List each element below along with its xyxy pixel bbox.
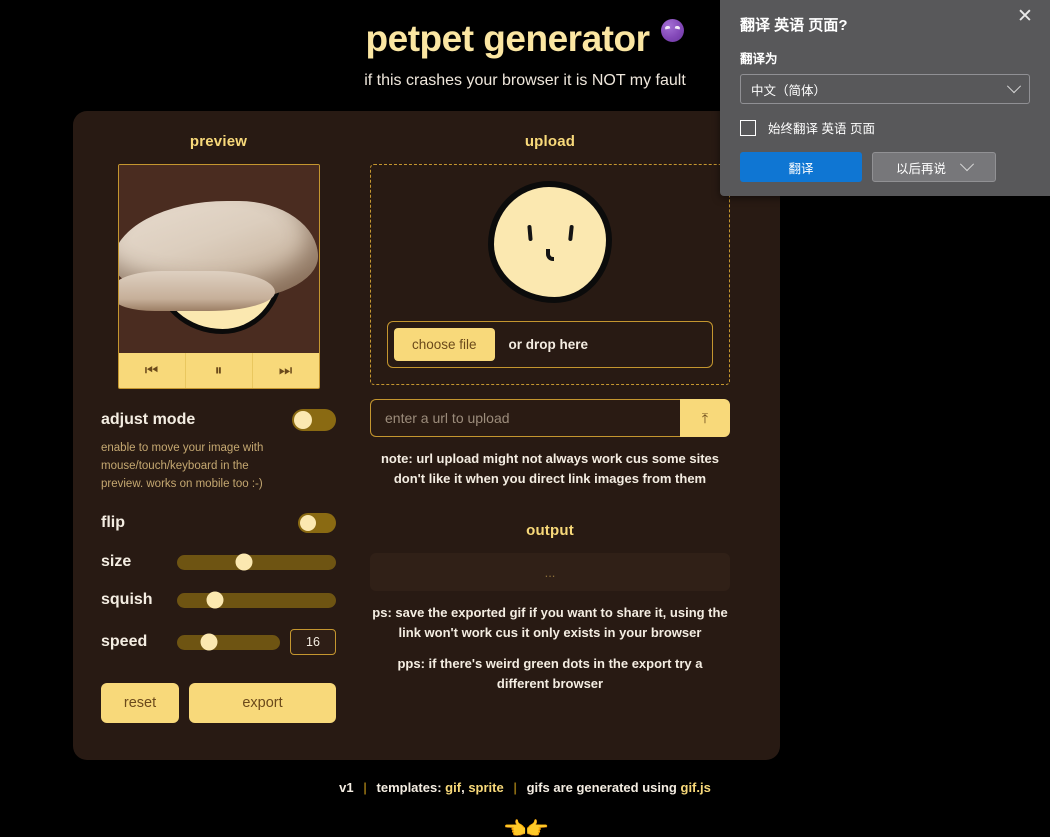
reset-button[interactable]: reset <box>101 683 179 724</box>
language-select-value: 中文（简体） <box>751 83 827 98</box>
sample-face-right-eye <box>568 224 574 242</box>
size-label: size <box>101 553 132 571</box>
always-translate-checkbox[interactable] <box>740 119 756 136</box>
size-slider-row: size <box>101 553 336 571</box>
footer-link-gif-template[interactable]: gif <box>445 780 461 795</box>
translate-target-label: 翻译为 <box>740 52 778 66</box>
page-title: petpet generator <box>366 16 685 62</box>
petting-hand-finger <box>118 271 275 311</box>
language-select[interactable]: 中文（简体） <box>740 74 1030 104</box>
page-title-text: petpet generator <box>365 18 650 59</box>
output-section-title: output <box>526 522 574 539</box>
sample-face-mouth <box>546 249 554 261</box>
footer-credit-prefix: gifs are generated using <box>526 780 677 795</box>
size-slider[interactable] <box>177 553 336 571</box>
always-translate-row: 始终翻译 英语 页面 <box>740 118 1030 137</box>
translate-popup-buttons: 翻译 以后再说 <box>740 152 1030 182</box>
url-input[interactable] <box>370 399 680 437</box>
close-icon[interactable]: ✕ <box>1014 6 1036 28</box>
footer-templates-label: templates: <box>376 780 442 795</box>
drop-here-label: or drop here <box>508 337 589 352</box>
sample-face-left-eye <box>527 224 533 242</box>
speed-slider[interactable] <box>177 633 280 651</box>
not-now-label: 以后再说 <box>895 161 946 176</box>
not-now-chevron-down-icon <box>959 157 975 172</box>
speed-slider-row: speed 16 <box>101 629 336 656</box>
choose-file-button[interactable]: choose file <box>394 328 495 361</box>
speed-value-input[interactable]: 16 <box>290 629 336 656</box>
export-button[interactable]: export <box>189 683 336 724</box>
preview-column: preview ⏮ ⏸ ⏭ adjust mode enable to move… <box>101 133 336 738</box>
footer-separator-2: | <box>513 780 517 795</box>
adjust-mode-label: adjust mode <box>101 411 196 428</box>
squish-label: squish <box>101 591 153 609</box>
app-root: petpet generator if this crashes your br… <box>0 0 1050 837</box>
output-box: ... <box>370 553 730 591</box>
file-chooser-bar: choose file or drop here <box>387 321 713 368</box>
pointing-hands-emoji: 👈👉 <box>503 819 548 837</box>
translate-button[interactable]: 翻译 <box>740 152 862 182</box>
uploaded-image-preview <box>494 187 606 297</box>
pause-button[interactable]: ⏸ <box>185 353 253 388</box>
footer-version: v1 <box>339 780 354 795</box>
not-now-button[interactable]: 以后再说 <box>872 152 996 182</box>
output-placeholder: ... <box>544 564 556 580</box>
url-upload-note: note: url upload might not always work c… <box>380 451 720 486</box>
squish-slider[interactable] <box>177 591 336 609</box>
footer-comma: , <box>461 780 465 795</box>
preview-frame: ⏮ ⏸ ⏭ <box>117 164 320 389</box>
action-button-row: reset export <box>101 683 336 724</box>
footer-link-sprite-template[interactable]: sprite <box>468 780 503 795</box>
output-pps-note: pps: if there's weird green dots in the … <box>397 656 703 691</box>
adjust-mode-toggle[interactable] <box>292 409 336 431</box>
preview-playback-controls: ⏮ ⏸ ⏭ <box>118 353 319 388</box>
preview-canvas[interactable] <box>118 165 319 353</box>
url-submit-button[interactable]: ⤒ <box>680 399 730 437</box>
flip-toggle-knob <box>300 515 316 532</box>
page-footer: v1 | templates: gif, sprite | gifs are g… <box>0 780 1050 837</box>
adjust-mode-toggle-knob <box>294 411 312 429</box>
footer-link-gifjs[interactable]: gif.js <box>681 780 711 795</box>
translate-popup-title: 翻译 英语 页面? <box>740 17 848 34</box>
url-upload-row: ⤒ <box>370 399 730 437</box>
flip-row: flip <box>101 513 336 534</box>
upload-output-column: upload choose file or drop here ⤒ note: … <box>370 133 730 738</box>
adjust-mode-hint: enable to move your image with mouse/tou… <box>101 442 264 490</box>
translate-popup: 翻译 英语 页面? ✕ 翻译为 中文（简体） 始终翻译 英语 页面 翻译 以后再… <box>720 0 1050 196</box>
flip-label: flip <box>101 514 125 532</box>
upload-section-title: upload <box>524 133 576 150</box>
output-ps-note: ps: save the exported gif if you want to… <box>372 605 728 640</box>
flip-toggle[interactable] <box>298 513 336 534</box>
size-slider-thumb[interactable] <box>235 553 253 571</box>
squish-slider-row: squish <box>101 591 336 609</box>
adjust-mode-row: adjust mode <box>101 409 336 431</box>
preview-section-title: preview <box>189 133 248 150</box>
always-translate-label: 始终翻译 英语 页面 <box>768 122 875 136</box>
footer-separator-1: | <box>363 780 367 795</box>
main-card: preview ⏮ ⏸ ⏭ adjust mode enable to move… <box>73 111 780 760</box>
speed-label: speed <box>101 633 148 651</box>
upload-dropzone[interactable]: choose file or drop here <box>370 164 730 385</box>
next-frame-button[interactable]: ⏭ <box>252 353 319 388</box>
purple-imp-emoji <box>661 19 685 47</box>
squish-slider-thumb[interactable] <box>206 591 224 609</box>
petting-hand-image <box>118 201 318 311</box>
prev-frame-button[interactable]: ⏮ <box>118 353 186 388</box>
speed-slider-thumb[interactable] <box>200 633 218 651</box>
chevron-down-icon <box>1006 79 1022 94</box>
